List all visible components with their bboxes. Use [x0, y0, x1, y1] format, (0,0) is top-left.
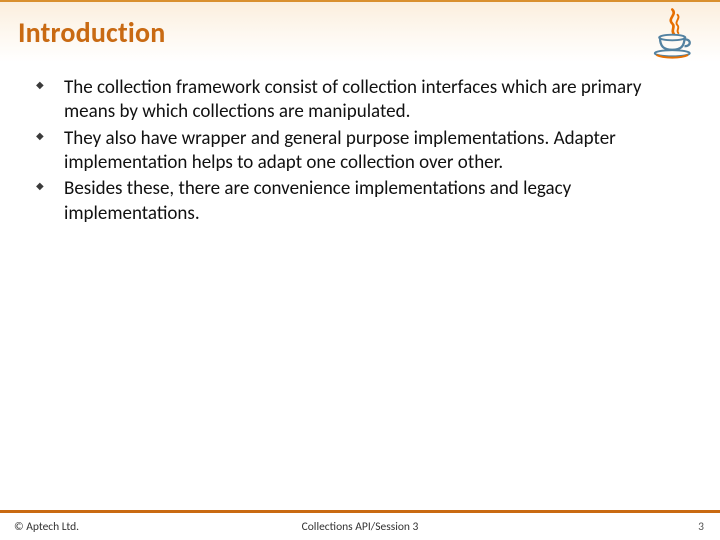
java-logo-icon	[646, 6, 702, 62]
slide: Introduction The collection framework co…	[0, 0, 720, 540]
footer-copyright: © Aptech Ltd.	[14, 520, 79, 534]
list-item: The collection framework consist of coll…	[24, 76, 696, 125]
slide-footer: © Aptech Ltd. Collections API/Session 3 …	[0, 510, 720, 540]
slide-header: Introduction	[0, 0, 720, 62]
slide-title: Introduction	[18, 15, 165, 50]
bullet-list: The collection framework consist of coll…	[24, 76, 696, 226]
list-item: Besides these, there are convenience imp…	[24, 177, 696, 226]
slide-content: The collection framework consist of coll…	[0, 62, 720, 510]
footer-page-number: 3	[698, 520, 704, 534]
list-item: They also have wrapper and general purpo…	[24, 127, 696, 176]
footer-session: Collections API/Session 3	[302, 520, 419, 534]
